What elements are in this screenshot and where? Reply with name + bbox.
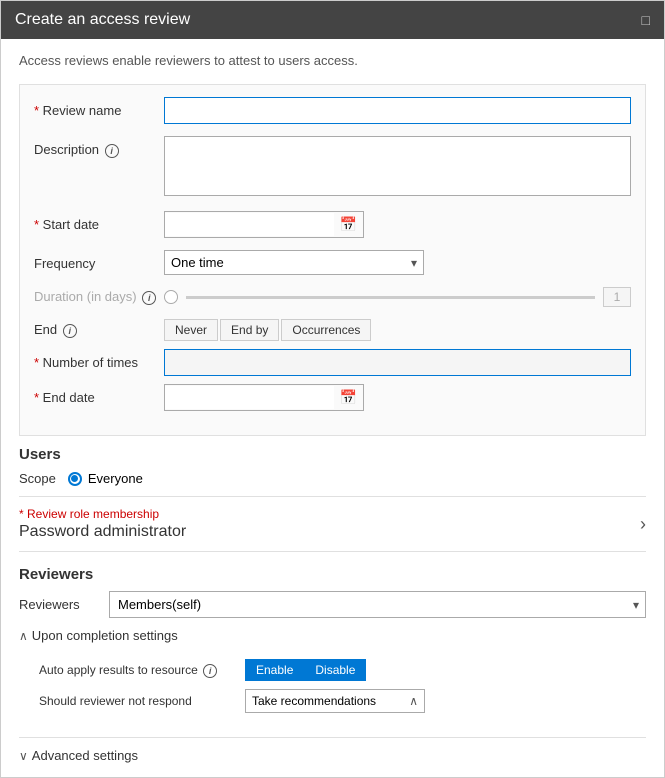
not-respond-label: Should reviewer not respond [39,694,239,708]
end-date-group: End date 2019-03-20 📅 [34,384,631,411]
auto-apply-item: Auto apply results to resource i Enable … [39,659,646,681]
auto-apply-toggle-group: Enable Disable [245,659,366,681]
end-row: End i Never End by Occurrences [34,319,631,341]
description-info-icon: i [105,144,119,158]
end-occurrences-button[interactable]: Occurrences [281,319,371,341]
scope-radio[interactable] [68,472,82,486]
end-date-label: End date [34,384,164,405]
duration-label: Duration (in days) i [34,289,164,305]
reviewers-select[interactable]: Members(self) Selected users Managers [110,592,627,617]
description-label: Description i [34,136,164,158]
auto-apply-info-icon: i [203,664,217,678]
scope-radio-inner [71,475,78,482]
end-date-input-wrap: 2019-03-20 📅 [164,384,364,411]
start-date-group: Start date 2019-03-01 📅 [34,211,631,238]
num-times-input[interactable]: 0 [164,349,631,376]
reviewers-row: Reviewers Members(self) Selected users M… [19,591,646,618]
end-info-icon: i [63,324,77,338]
completion-toggle[interactable]: ∧ Upon completion settings [19,628,646,643]
dialog-title: Create an access review [15,11,190,29]
auto-apply-label: Auto apply results to resource i [39,663,239,678]
start-date-input[interactable]: 2019-03-01 [165,213,334,236]
end-date-input[interactable]: 2019-03-20 [165,386,334,409]
reviewers-chevron-icon: ▾ [627,594,645,616]
frequency-chevron-icon: ▾ [405,252,423,274]
auto-apply-enable-button[interactable]: Enable [245,659,304,681]
end-buttons: Never End by Occurrences [164,319,371,341]
num-times-label: Number of times [34,355,164,370]
end-never-button[interactable]: Never [164,319,218,341]
completion-content: Auto apply results to resource i Enable … [19,653,646,727]
role-row[interactable]: Review role membership Password administ… [19,496,646,552]
start-date-label: Start date [34,211,164,232]
frequency-select-wrap: One time Weekly Monthly Quarterly Semi-a… [164,250,424,275]
reviewers-section: Reviewers Reviewers Members(self) Select… [19,566,646,763]
duration-info-icon: i [142,291,156,305]
auto-apply-disable-button[interactable]: Disable [304,659,366,681]
dialog: Create an access review □ Access reviews… [0,0,665,778]
role-value: Password administrator [19,523,186,541]
duration-row: Duration (in days) i 1 [34,287,631,307]
scope-value: Everyone [88,471,143,486]
end-date-calendar-icon[interactable]: 📅 [334,385,363,410]
advanced-toggle[interactable]: ∨ Advanced settings [19,737,646,763]
scope-row: Scope Everyone [19,471,646,486]
reviewers-label: Reviewers [19,597,109,612]
dialog-body: Access reviews enable reviewers to attes… [1,39,664,777]
duration-value: 1 [603,287,631,307]
frequency-group: Frequency One time Weekly Monthly Quarte… [34,250,631,275]
end-endby-button[interactable]: End by [220,319,279,341]
num-times-row: Number of times 0 [34,349,631,376]
end-label: End i [34,322,164,338]
completion-toggle-label: Upon completion settings [32,628,178,643]
start-date-input-wrap: 2019-03-01 📅 [164,211,364,238]
maximize-icon[interactable]: □ [642,12,650,28]
review-name-group: Review name Review1 [34,97,631,124]
review-name-label: Review name [34,97,164,118]
advanced-chevron-icon: ∨ [19,749,28,763]
start-date-calendar-icon[interactable]: 📅 [334,212,363,237]
duration-radio[interactable] [164,290,178,304]
role-sublabel: Review role membership [19,507,186,521]
completion-chevron-icon: ∧ [19,629,28,643]
reviewers-select-wrap: Members(self) Selected users Managers ▾ [109,591,646,618]
advanced-toggle-label: Advanced settings [32,748,138,763]
not-respond-item: Should reviewer not respond Take recomme… [39,689,646,713]
frequency-label: Frequency [34,250,164,271]
role-left: Review role membership Password administ… [19,507,186,541]
respond-select[interactable]: Take recommendations No change Remove ac… [246,691,403,711]
description-input-wrap [164,136,631,199]
dialog-header: Create an access review □ [1,1,664,39]
users-section-title: Users [19,446,646,463]
review-name-input-wrap: Review1 [164,97,631,124]
duration-slider[interactable] [186,296,595,299]
scope-label: Scope [19,471,56,486]
subtitle: Access reviews enable reviewers to attes… [19,53,646,68]
reviewers-section-title: Reviewers [19,566,646,583]
users-section: Users Scope Everyone Review role members… [19,446,646,552]
description-group: Description i [34,136,631,199]
review-name-input[interactable]: Review1 [164,97,631,124]
respond-chevron-icon: ∧ [403,690,424,712]
respond-select-wrap: Take recommendations No change Remove ac… [245,689,425,713]
frequency-select[interactable]: One time Weekly Monthly Quarterly Semi-a… [165,251,405,274]
duration-control: 1 [164,287,631,307]
role-chevron-icon: › [640,514,646,535]
form-section: Review name Review1 Description i Start … [19,84,646,436]
description-input[interactable] [164,136,631,196]
